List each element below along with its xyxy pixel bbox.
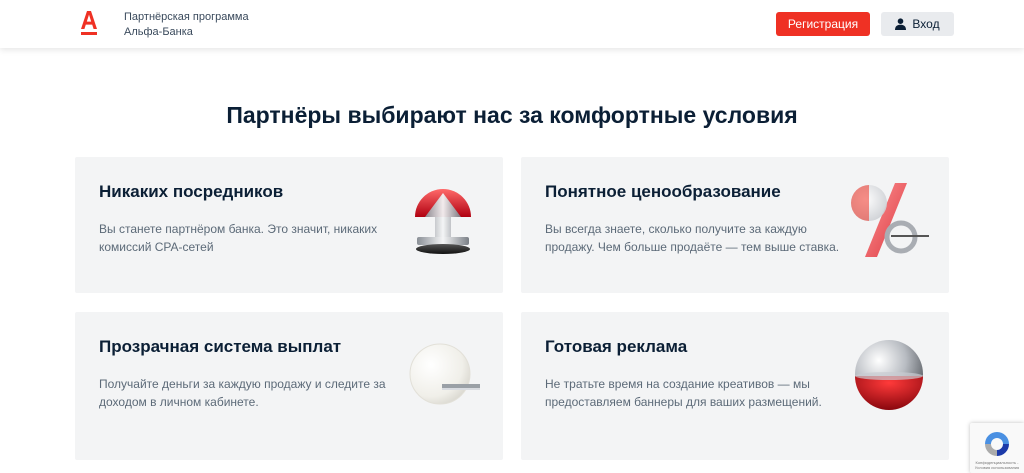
card-title: Понятное ценообразование	[545, 182, 781, 201]
brand-line-2: Альфа-Банка	[124, 26, 193, 38]
login-label: Вход	[912, 17, 940, 31]
brand-line-1: Партнёрская программа	[124, 11, 249, 23]
card-text: Не тратьте время на создание креативов —…	[545, 377, 822, 409]
alfa-bank-logo-icon[interactable]	[80, 11, 98, 37]
card-ready-ads: Готовая реклама Не тратьте время на созд…	[521, 312, 949, 460]
recaptcha-badge[interactable]: Конфиденциальность - Условия использован…	[970, 423, 1024, 473]
glass-disc-icon	[409, 343, 480, 405]
recaptcha-icon	[985, 432, 1009, 456]
card-text: Вы станете партнёром банка. Это значит, …	[99, 222, 378, 254]
card-no-intermediaries: Никаких посредников Вы станете партнёром…	[75, 157, 503, 293]
sphere-icon	[855, 340, 923, 410]
card-title: Прозрачная система выплат	[99, 337, 342, 356]
user-icon	[895, 18, 907, 30]
card-title: Готовая реклама	[545, 337, 688, 356]
register-button[interactable]: Регистрация	[776, 12, 870, 36]
arrow-up-icon	[415, 189, 471, 254]
card-transparent-payments: Прозрачная система выплат Получайте день…	[75, 312, 503, 460]
card-text: Получайте деньги за каждую продажу и сле…	[99, 377, 386, 409]
card-text: Вы всегда знаете, сколько получите за ка…	[545, 222, 840, 254]
card-clear-pricing: Понятное ценообразование Вы всегда знает…	[521, 157, 949, 293]
login-button[interactable]: Вход	[881, 12, 954, 36]
percent-icon	[851, 183, 929, 257]
recaptcha-text: Конфиденциальность - Условия использован…	[974, 460, 1020, 470]
brand-name: Партнёрская программа Альфа-Банка	[124, 10, 249, 40]
site-header: Партнёрская программа Альфа-Банка Регист…	[0, 0, 1024, 48]
page-title: Партнёры выбирают нас за комфортные усло…	[226, 102, 798, 128]
card-title: Никаких посредников	[99, 182, 284, 201]
